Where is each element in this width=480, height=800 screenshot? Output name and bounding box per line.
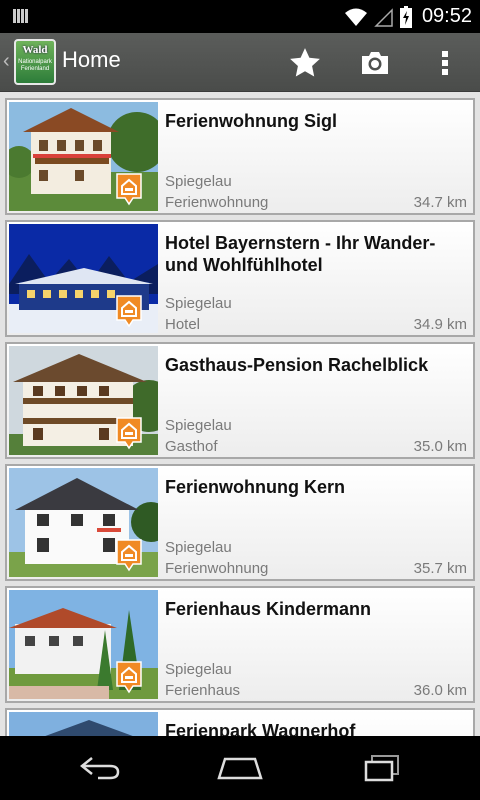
listing-title: Ferienhaus Kindermann <box>165 599 372 619</box>
up-caret-icon[interactable]: ‹ <box>3 50 10 73</box>
listing-distance: 34.9 km <box>413 316 467 333</box>
listing-city: Spiegelau <box>165 417 232 434</box>
home-icon <box>217 757 263 780</box>
home-button[interactable] <box>210 748 270 788</box>
listing-photo <box>9 712 158 736</box>
app-logo[interactable]: Wald Nationalpark Ferienland <box>14 39 56 85</box>
notification-icon <box>13 9 28 23</box>
listing-city: Spiegelau <box>165 539 232 556</box>
listing-city: Spiegelau <box>165 661 232 678</box>
listing-title: Ferienwohnung Sigl <box>165 111 337 131</box>
listing-distance: 34.7 km <box>413 194 467 211</box>
listing-city: Spiegelau <box>165 295 232 312</box>
overflow-menu-icon <box>442 51 448 75</box>
list-item[interactable]: Hotel Bayernstern - Ihr Wander- und Wohl… <box>5 220 475 337</box>
wifi-icon <box>344 8 367 26</box>
logo-text: Wald <box>22 44 48 56</box>
clock: 09:52 <box>421 5 472 27</box>
lodging-pin-icon <box>116 295 142 328</box>
listing-type: Gasthof <box>165 438 218 455</box>
signal-icon <box>374 7 393 27</box>
list-item[interactable]: Ferienpark Wagnerhof <box>5 708 475 736</box>
star-icon <box>290 48 320 77</box>
listing-list[interactable]: Ferienwohnung Sigl Spiegelau Ferienwohnu… <box>0 92 480 736</box>
camera-button[interactable] <box>355 43 395 83</box>
overflow-menu-button[interactable] <box>425 43 465 83</box>
logo-subtext: Nationalpark Ferienland <box>18 59 52 72</box>
list-item[interactable]: Ferienhaus Kindermann Spiegelau Ferienha… <box>5 586 475 703</box>
battery-icon <box>399 5 412 28</box>
list-item[interactable]: Gasthaus-Pension Rachelblick Spiegelau G… <box>5 342 475 459</box>
listing-title: Ferienpark Wagnerhof <box>165 721 356 736</box>
listing-distance: 36.0 km <box>413 682 467 699</box>
listing-type: Ferienwohnung <box>165 560 269 577</box>
lodging-pin-icon <box>116 417 142 450</box>
listing-type: Ferienhaus <box>165 682 241 699</box>
lodging-pin-icon <box>116 661 142 694</box>
listing-type: Hotel <box>165 316 201 333</box>
recent-apps-icon <box>364 755 399 782</box>
listing-distance: 35.7 km <box>413 560 467 577</box>
lodging-pin-icon <box>116 539 142 572</box>
listing-type: Ferienwohnung <box>165 194 269 211</box>
listing-city: Spiegelau <box>165 173 232 190</box>
recent-apps-button[interactable] <box>352 748 412 788</box>
camera-icon <box>362 52 388 74</box>
back-button[interactable] <box>70 748 130 788</box>
list-item[interactable]: Ferienwohnung Sigl Spiegelau Ferienwohnu… <box>5 98 475 215</box>
page-title: Home <box>62 47 121 72</box>
favorites-button[interactable] <box>285 43 325 83</box>
listing-distance: 35.0 km <box>413 438 467 455</box>
status-bar: 09:52 <box>0 0 480 33</box>
listing-title: Ferienwohnung Kern <box>165 477 345 497</box>
listing-title: Hotel Bayernstern - Ihr Wander- und Wohl… <box>165 233 436 275</box>
lodging-pin-icon <box>116 173 142 206</box>
list-item[interactable]: Ferienwohnung Kern Spiegelau Ferienwohnu… <box>5 464 475 581</box>
navigation-bar <box>0 736 480 800</box>
back-icon <box>79 757 120 780</box>
listing-title: Gasthaus-Pension Rachelblick <box>165 355 429 375</box>
action-bar: ‹ Wald Nationalpark Ferienland Home <box>0 33 480 92</box>
